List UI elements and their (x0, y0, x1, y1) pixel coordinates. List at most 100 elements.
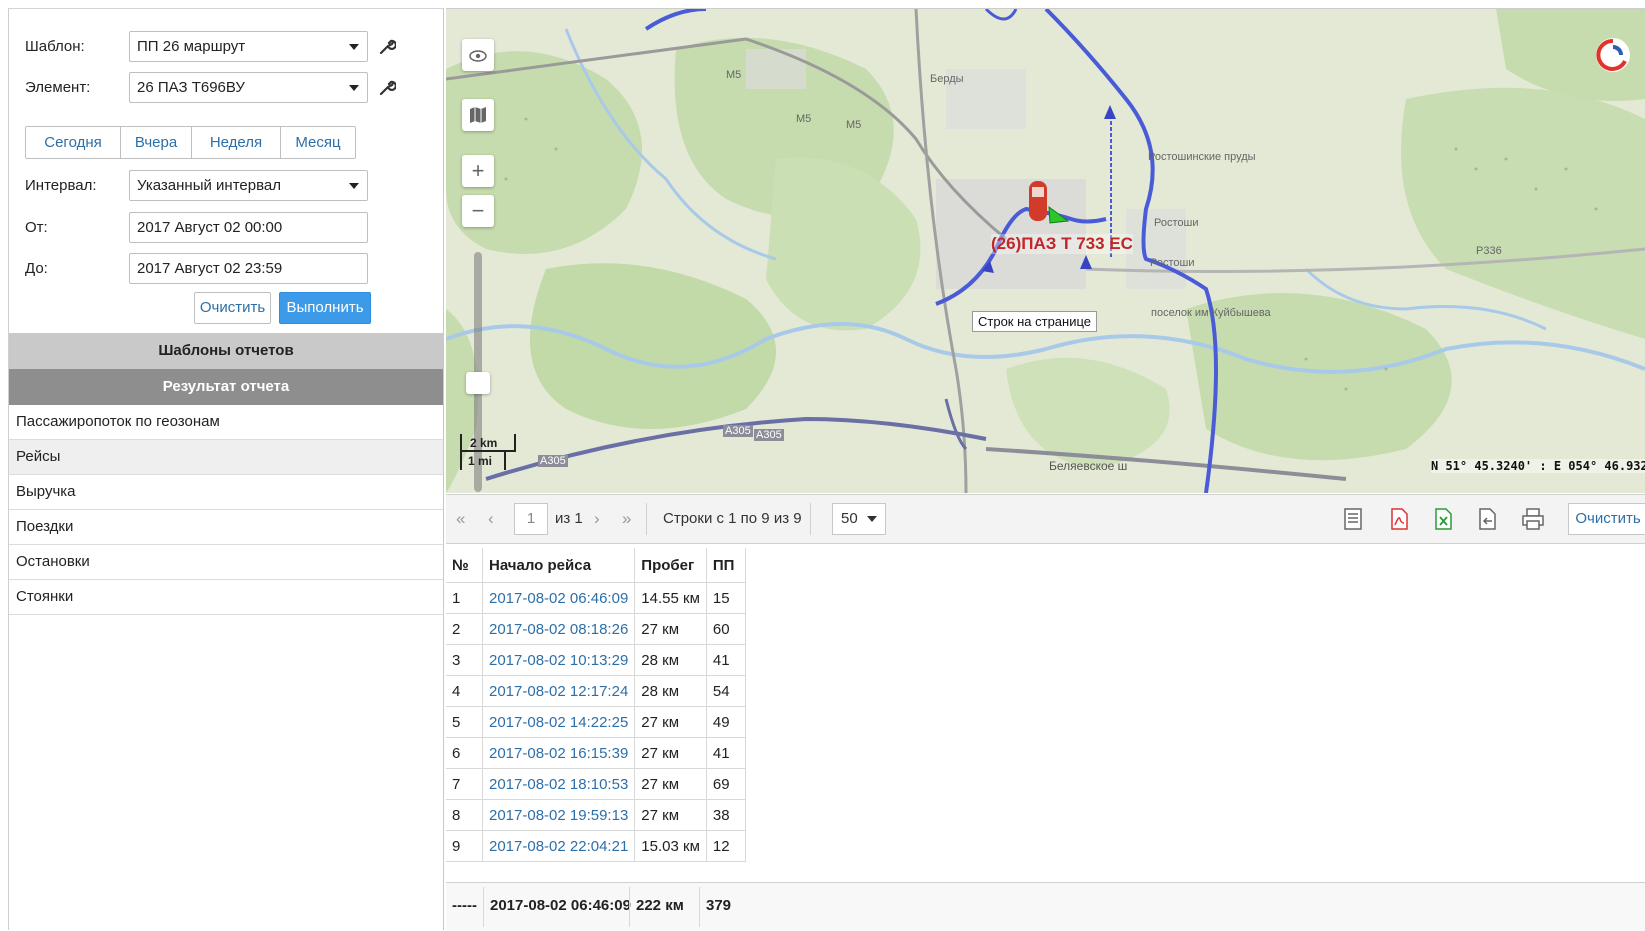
row-passengers: 38 (706, 799, 746, 831)
row-mileage: 27 км (634, 737, 707, 769)
to-label: До: (25, 260, 48, 277)
to-row: До: 2017 Август 02 23:59 (25, 253, 368, 284)
export-icon[interactable] (1476, 507, 1498, 531)
report-item-rides[interactable]: Поездки (9, 510, 443, 545)
wrench-icon[interactable] (378, 38, 396, 56)
trip-start-link[interactable]: 2017-08-02 22:04:21 (482, 830, 636, 862)
column-header-mileage[interactable]: Пробег (634, 548, 707, 583)
trip-start-link[interactable]: 2017-08-02 14:22:25 (482, 706, 636, 738)
chevron-down-icon (867, 516, 877, 522)
report-item-revenue[interactable]: Выручка (9, 475, 443, 510)
place-label: Ростошинские пруды (1148, 151, 1256, 163)
pdf-icon[interactable] (1388, 507, 1410, 531)
road-label: Р336 (1476, 245, 1502, 257)
tab-week[interactable]: Неделя (192, 127, 281, 158)
road-label: А305 (754, 429, 784, 441)
report-item-stops[interactable]: Остановки (9, 545, 443, 580)
wrench-icon[interactable] (378, 79, 396, 97)
road-label: М5 (846, 119, 862, 131)
row-passengers: 69 (706, 768, 746, 800)
document-icon[interactable] (1342, 507, 1364, 531)
eye-icon (469, 50, 487, 62)
vehicle-label[interactable]: (26)ПАЗ Т 733 ЕС (991, 234, 1133, 254)
trip-start-link[interactable]: 2017-08-02 08:18:26 (482, 613, 636, 645)
interval-select[interactable]: Указанный интервал (129, 170, 368, 201)
zoom-slider-handle[interactable] (466, 372, 490, 394)
toolbar-divider (810, 503, 811, 535)
report-item-parkings[interactable]: Стоянки (9, 580, 443, 615)
last-page-button[interactable]: » (622, 495, 631, 543)
page-count: из 1 (555, 510, 583, 527)
row-mileage: 27 км (634, 706, 707, 738)
row-number: 5 (446, 706, 483, 738)
report-result-header[interactable]: Результат отчета (9, 369, 443, 405)
row-passengers: 15 (706, 582, 746, 614)
place-label: Ростоши (1154, 217, 1199, 229)
layer-visibility-button[interactable] (462, 39, 494, 71)
trip-start-link[interactable]: 2017-08-02 06:46:09 (482, 582, 636, 614)
pagination-toolbar: « ‹ 1 из 1 › » Строки с 1 по 9 из 9 50 О… (446, 494, 1645, 544)
trip-start-link[interactable]: 2017-08-02 19:59:13 (482, 799, 636, 831)
row-number: 6 (446, 737, 483, 769)
tab-yesterday[interactable]: Вчера (121, 127, 192, 158)
scale-km: 2 km (460, 434, 516, 452)
chevron-down-icon (349, 183, 359, 189)
row-number: 9 (446, 830, 483, 862)
column-divider (699, 887, 700, 927)
report-templates-header[interactable]: Шаблоны отчетов (9, 333, 443, 369)
row-mileage: 28 км (634, 675, 707, 707)
trip-start-link[interactable]: 2017-08-02 12:17:24 (482, 675, 636, 707)
column-header-number[interactable]: № (446, 548, 483, 583)
clear-button[interactable]: Очистить (194, 292, 271, 324)
element-select[interactable]: 26 ПАЗ Т696ВУ (129, 72, 368, 103)
cursor-coordinates: N 51° 45.3240' : E 054° 46.9324' (1431, 459, 1645, 473)
column-header-passengers[interactable]: ПП (706, 548, 746, 583)
trip-start-link[interactable]: 2017-08-02 16:15:39 (482, 737, 636, 769)
map-view[interactable]: Берды Ростошинские пруды Ростоши Ростоши… (446, 8, 1645, 493)
element-row: Элемент: 26 ПАЗ Т696ВУ (25, 72, 396, 103)
from-label: От: (25, 219, 48, 236)
rows-info: Строки с 1 по 9 из 9 (663, 510, 802, 527)
template-row: Шаблон: ПП 26 маршрут (25, 31, 396, 62)
row-passengers: 41 (706, 737, 746, 769)
row-passengers: 12 (706, 830, 746, 862)
element-label: Элемент: (25, 79, 91, 96)
interval-label: Интервал: (25, 177, 97, 194)
column-divider (629, 887, 630, 927)
run-button[interactable]: Выполнить (279, 292, 371, 324)
rows-per-page-select[interactable]: 50 (832, 503, 886, 535)
to-date-input[interactable]: 2017 Август 02 23:59 (129, 253, 368, 284)
template-select-value: ПП 26 маршрут (137, 38, 246, 55)
report-item-geozone-passengers[interactable]: Пассажиропоток по геозонам (9, 405, 443, 440)
map-icon (470, 107, 486, 123)
table-row: 7 2017-08-02 18:10:53 27 км 69 (446, 768, 746, 800)
report-item-trips[interactable]: Рейсы (9, 440, 443, 475)
totals-number: ----- (452, 897, 477, 914)
excel-icon[interactable] (1432, 507, 1454, 531)
interval-row: Интервал: Указанный интервал (25, 170, 368, 201)
next-page-button[interactable]: › (594, 495, 600, 543)
first-page-button[interactable]: « (456, 495, 465, 543)
table-row: 4 2017-08-02 12:17:24 28 км 54 (446, 675, 746, 707)
scale-mi: 1 mi (460, 452, 506, 470)
zoom-in-button[interactable]: + (462, 155, 494, 187)
column-header-trip-start[interactable]: Начало рейса (482, 548, 636, 583)
quick-range-tabs: Сегодня Вчера Неделя Месяц (25, 126, 356, 159)
row-passengers: 54 (706, 675, 746, 707)
zoom-out-button[interactable]: − (462, 195, 494, 227)
trip-start-link[interactable]: 2017-08-02 10:13:29 (482, 644, 636, 676)
row-mileage: 15.03 км (634, 830, 707, 862)
trip-start-link[interactable]: 2017-08-02 18:10:53 (482, 768, 636, 800)
toolbar-divider (646, 503, 647, 535)
print-icon[interactable] (1521, 507, 1545, 531)
tab-month[interactable]: Месяц (281, 127, 355, 158)
prev-page-button[interactable]: ‹ (488, 495, 494, 543)
totals-trip-start: 2017-08-02 06:46:09 (490, 897, 631, 914)
tooltip: Строк на странице (972, 311, 1098, 332)
from-date-input[interactable]: 2017 Август 02 00:00 (129, 212, 368, 243)
template-select[interactable]: ПП 26 маршрут (129, 31, 368, 62)
map-layers-button[interactable] (462, 99, 494, 131)
toolbar-clear-button[interactable]: Очистить (1568, 503, 1645, 535)
page-number-input[interactable]: 1 (514, 503, 548, 535)
tab-today[interactable]: Сегодня (26, 127, 121, 158)
